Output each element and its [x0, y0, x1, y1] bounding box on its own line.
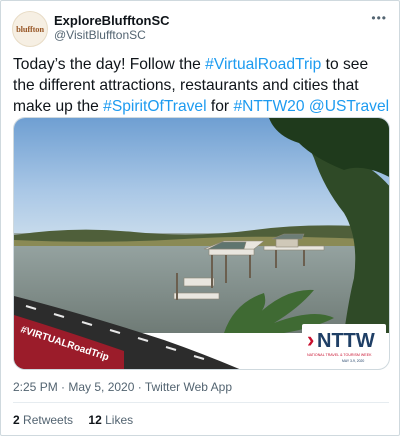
logo-line2: MAY 3-9, 2020: [342, 359, 364, 363]
tweet-text: Today’s the day! Follow the #VirtualRoad…: [13, 54, 391, 117]
avatar-logo-text: bluffton: [16, 24, 44, 34]
logo-line1: NATIONAL TRAVEL & TOURISM WEEK: [307, 353, 372, 357]
retweets-stat[interactable]: 2 Retweets: [13, 413, 73, 427]
likes-label: Likes: [105, 413, 134, 427]
likes-count: 12: [88, 413, 102, 427]
avatar[interactable]: bluffton: [12, 11, 48, 47]
timestamp[interactable]: 2:25 PM · May 5, 2020 · Twitter Web App: [13, 380, 232, 394]
tweet-card: bluffton ExploreBlufftonSC @VisitBluffto…: [0, 0, 400, 436]
stats-row: 2 Retweets 12 Likes: [13, 413, 145, 427]
hashtag-link[interactable]: #SpiritOfTravel: [103, 98, 206, 115]
likes-stat[interactable]: 12 Likes: [88, 413, 133, 427]
more-options-icon[interactable]: •••: [371, 11, 387, 25]
logo-main: NTTW: [317, 330, 375, 352]
tweet-text-segment: Today’s the day! Follow the: [13, 56, 206, 73]
divider: [13, 402, 389, 403]
logo-chevron-icon: ›: [307, 327, 314, 352]
photo-scene: #VIRTUALRoadTrip › NTTW NATIONAL TRAVEL …: [14, 118, 389, 369]
mention-link[interactable]: @USTravel: [309, 98, 389, 115]
retweets-count: 2: [13, 413, 20, 427]
tweet-photo[interactable]: #VIRTUALRoadTrip › NTTW NATIONAL TRAVEL …: [13, 117, 390, 370]
hashtag-link[interactable]: #VirtualRoadTrip: [205, 56, 321, 73]
display-name[interactable]: ExploreBlufftonSC: [54, 13, 170, 28]
tweet-text-segment: for: [206, 98, 234, 115]
retweets-label: Retweets: [23, 413, 74, 427]
hashtag-link[interactable]: #NTTW20: [233, 98, 304, 115]
user-handle[interactable]: @VisitBlufftonSC: [54, 28, 146, 42]
